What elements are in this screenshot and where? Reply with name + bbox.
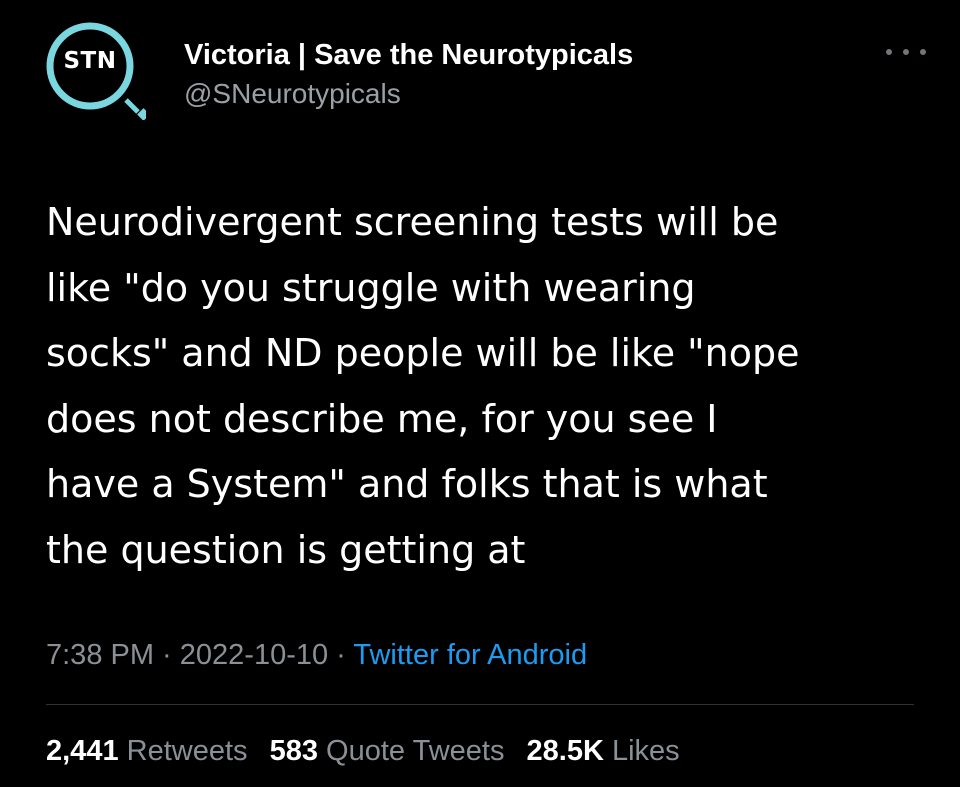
likes-label: Likes	[611, 735, 680, 767]
quote-tweets-count: 583	[269, 735, 318, 767]
tweet-text-line: like "do you struggle with wearing	[46, 265, 696, 310]
likes-stat[interactable]: 28.5K Likes	[527, 735, 680, 767]
retweets-stat[interactable]: 2,441 Retweets	[46, 735, 248, 767]
likes-count: 28.5K	[526, 735, 604, 767]
avatar-initials: STN	[63, 48, 117, 74]
avatar[interactable]: STN	[46, 20, 146, 120]
display-name[interactable]: Victoria | Save the Neurotypicals	[184, 37, 633, 73]
tweet-text-line: the question is getting at	[46, 527, 526, 572]
retweets-label: Retweets	[126, 735, 248, 767]
tweet-stats: 2,441 Retweets 583 Quote Tweets 28.5K Li…	[46, 730, 694, 772]
ellipsis-icon[interactable]	[886, 42, 926, 62]
tweet-meta: 7:38 PM · 2022-10-10 · Twitter for Andro…	[46, 634, 587, 676]
tweet-date[interactable]: 2022-10-10	[180, 639, 328, 671]
meta-separator: ·	[328, 639, 354, 671]
quote-tweets-stat[interactable]: 583 Quote Tweets	[270, 735, 505, 767]
tweet-text-line: Neurodivergent screening tests will be	[46, 200, 779, 244]
tweet-text-line: socks" and ND people will be like "nope	[46, 331, 800, 376]
tweet-header: STN Victoria | Save the Neurotypicals @S…	[46, 20, 926, 130]
tweet-text-line: have a System" and folks that is what	[46, 462, 768, 507]
tweet-time[interactable]: 7:38 PM	[46, 639, 154, 671]
divider	[46, 704, 914, 705]
tweet-text: Neurodivergent screening tests will be l…	[46, 190, 926, 584]
quote-tweets-label: Quote Tweets	[326, 735, 505, 767]
user-handle[interactable]: @SNeurotypicals	[184, 76, 633, 112]
tweet-source-link[interactable]: Twitter for Android	[353, 639, 587, 671]
retweets-count: 2,441	[46, 735, 119, 767]
tweet-text-line: does not describe me, for you see I	[46, 396, 718, 441]
meta-separator: ·	[154, 639, 180, 671]
user-info: Victoria | Save the Neurotypicals @SNeur…	[184, 37, 633, 112]
